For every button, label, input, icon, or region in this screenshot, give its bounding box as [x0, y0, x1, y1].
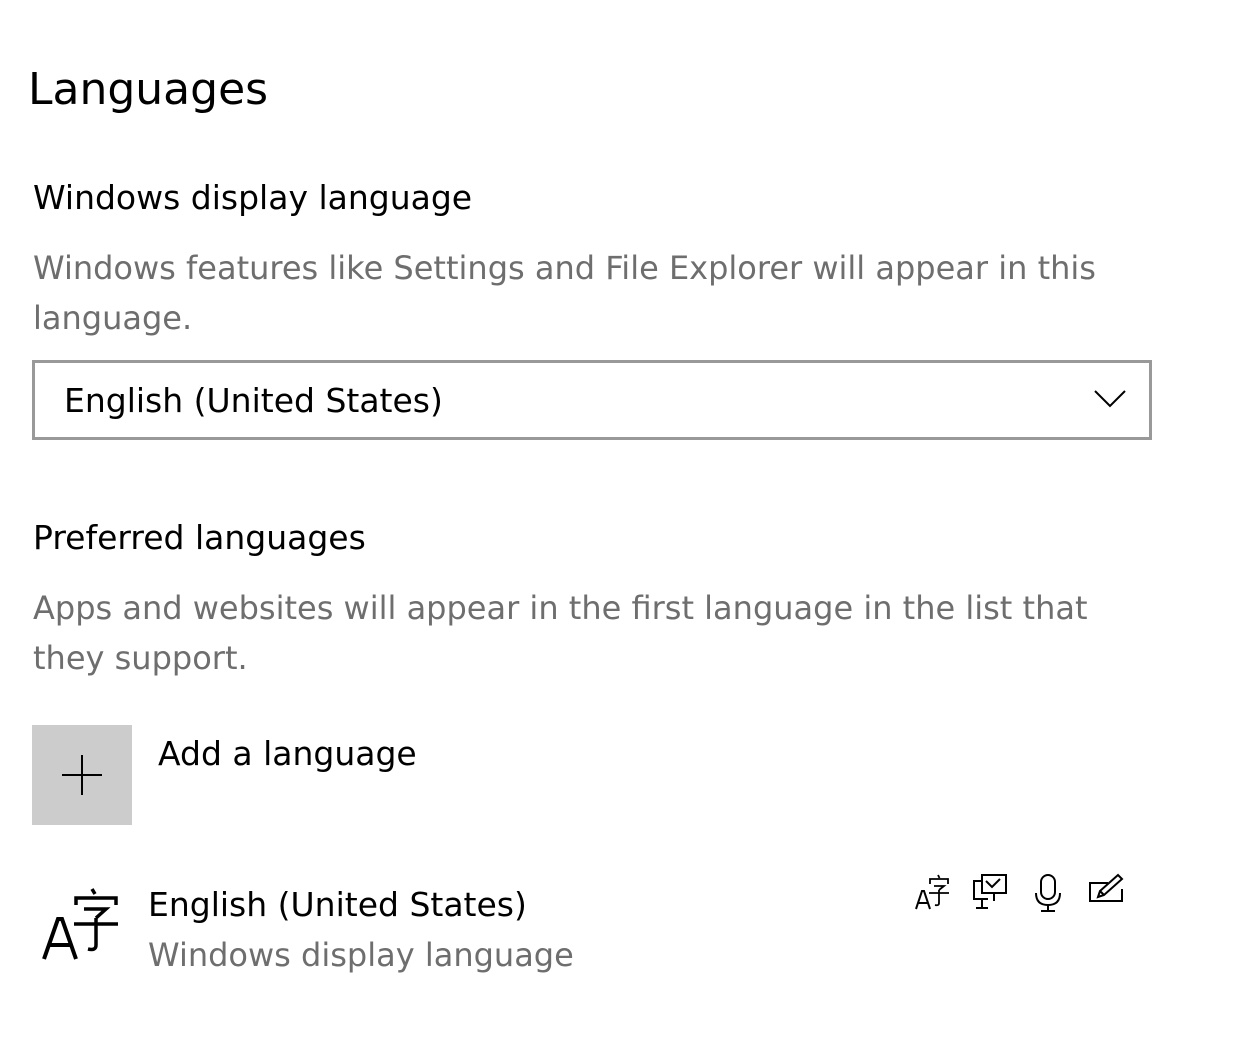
language-icon [42, 888, 118, 960]
speech-recognition-icon [1035, 874, 1061, 912]
page-title: Languages [28, 64, 269, 115]
language-name: English (United States) [148, 885, 527, 924]
chevron-down-icon [1094, 390, 1126, 408]
display-language-heading: Windows display language [33, 178, 473, 217]
language-feature-icons [914, 873, 1124, 917]
add-language-label[interactable]: Add a language [158, 730, 417, 778]
add-language-button[interactable] [32, 725, 132, 825]
languages-page: Languages Windows display language Windo… [0, 0, 1238, 1057]
display-language-description: Windows features like Settings and File … [33, 249, 1096, 337]
text-to-speech-icon [973, 874, 1007, 909]
plus-icon [62, 755, 102, 795]
display-language-selected-value: English (United States) [64, 381, 443, 420]
display-language-dropdown[interactable]: English (United States) [32, 360, 1152, 440]
preferred-languages-heading: Preferred languages [33, 518, 366, 557]
handwriting-icon [1089, 873, 1124, 902]
preferred-languages-description: Apps and websites will appear in the fir… [33, 589, 1088, 677]
language-pack-icon [915, 874, 949, 910]
language-subtitle: Windows display language [148, 936, 574, 974]
language-list-item[interactable]: English (United States) Windows display … [32, 865, 1152, 985]
